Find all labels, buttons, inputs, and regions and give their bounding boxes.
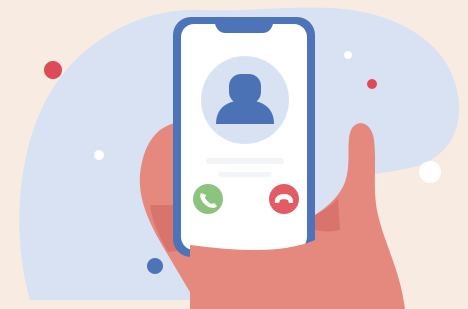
caller-name-placeholder	[206, 158, 284, 164]
decor-dot-red-large	[44, 61, 62, 79]
decor-dot-white-large	[419, 161, 441, 183]
decline-call-button[interactable]	[269, 184, 299, 214]
caller-status-placeholder	[218, 172, 272, 177]
hand-palm	[190, 240, 315, 309]
decor-dot-white-small	[94, 150, 104, 160]
decor-dot-white-tiny	[344, 51, 352, 59]
decor-dot-blue	[147, 258, 163, 274]
phone-notch	[215, 24, 273, 33]
accept-call-button[interactable]	[193, 184, 223, 214]
decor-dot-red-small	[367, 79, 377, 89]
incoming-call-illustration	[0, 0, 468, 309]
